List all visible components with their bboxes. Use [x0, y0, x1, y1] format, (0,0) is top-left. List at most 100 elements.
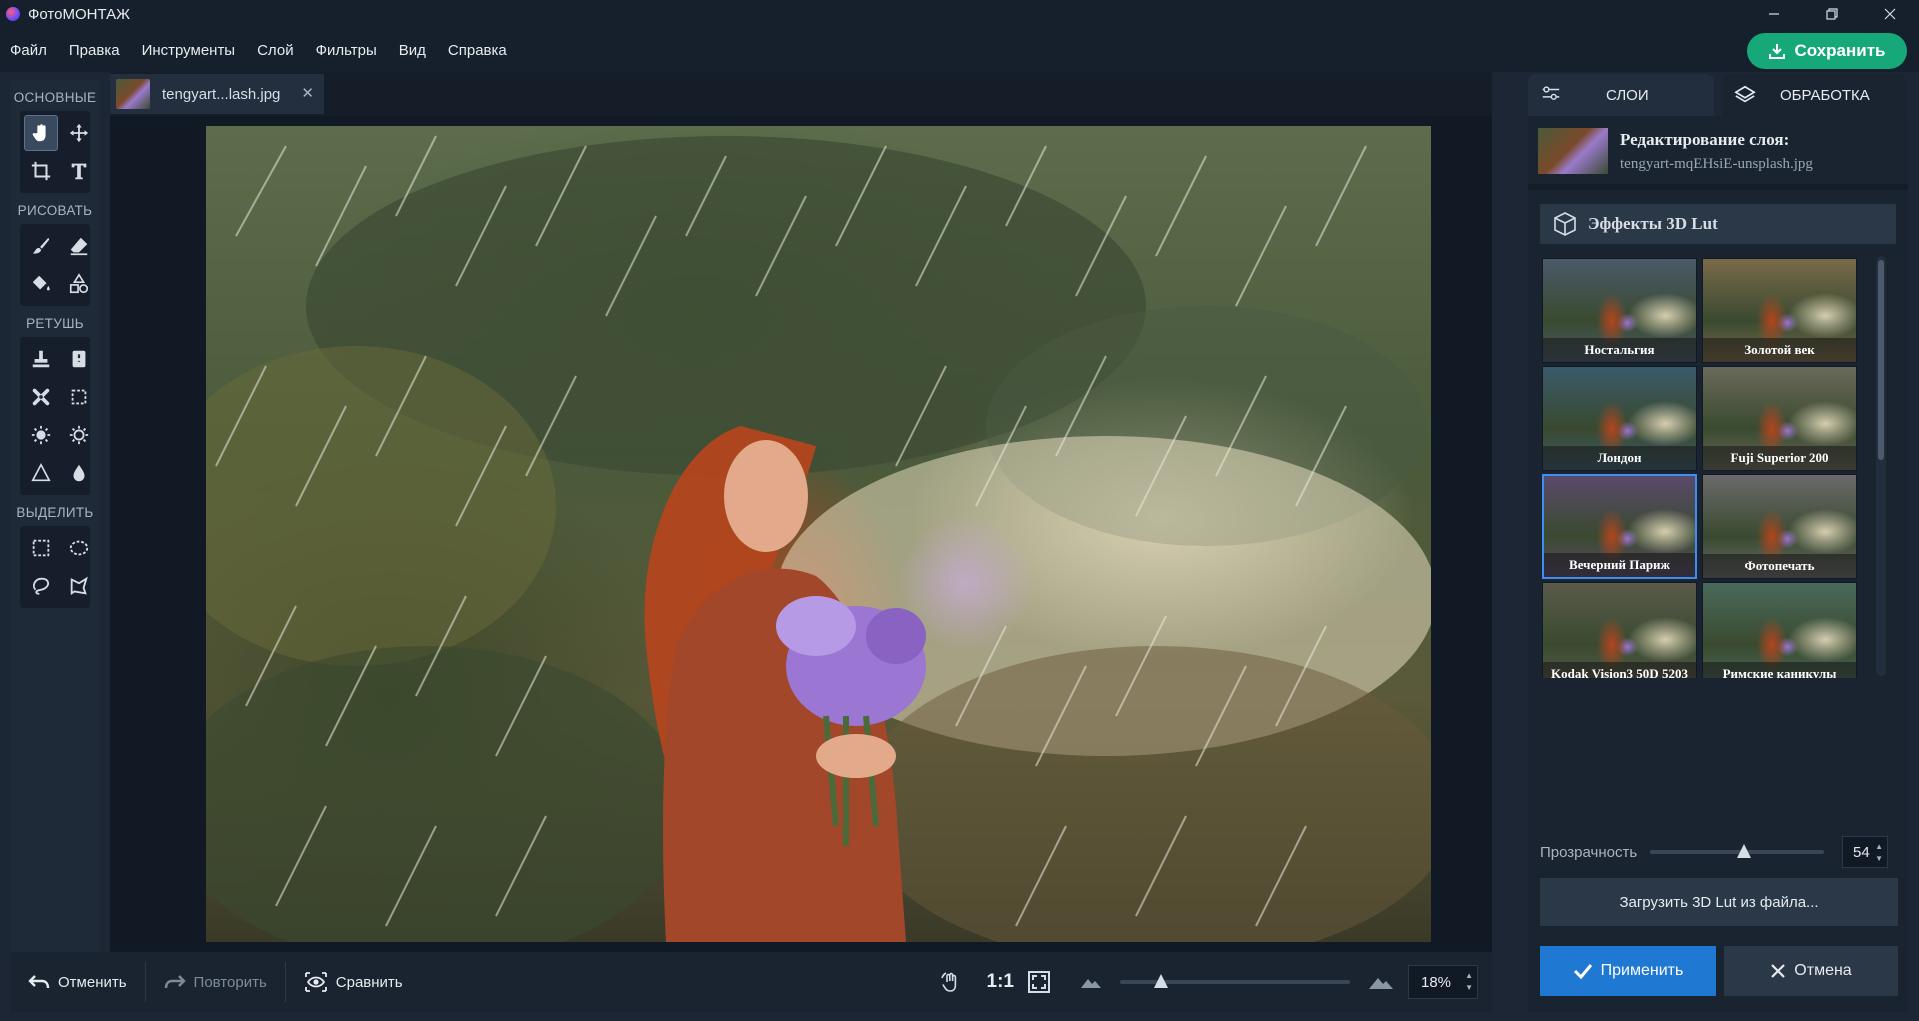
lut-preset[interactable]: Лондон: [1542, 366, 1697, 471]
compare-label: Сравнить: [335, 973, 403, 991]
zoom-slider[interactable]: [1120, 974, 1350, 988]
tab-layers[interactable]: СЛОИ: [1528, 74, 1714, 116]
sharpen-icon[interactable]: [24, 455, 58, 491]
lut-preset[interactable]: Ностальгия: [1542, 258, 1697, 363]
close-tab-icon[interactable]: ✕: [301, 84, 314, 102]
compare-button[interactable]: Сравнить: [286, 964, 421, 1000]
menu-file[interactable]: Файл: [6, 42, 51, 59]
group-label-draw: РИСОВАТЬ: [17, 203, 93, 218]
lut-label: Римские каникулы: [1703, 662, 1856, 678]
stamp-icon[interactable]: [24, 341, 58, 377]
canvas-area[interactable]: [110, 116, 1492, 952]
app-title: ФотоМОНТАЖ: [28, 5, 130, 23]
polygon-lasso-icon[interactable]: [62, 568, 96, 604]
save-button[interactable]: Сохранить: [1747, 33, 1907, 69]
lut-preset[interactable]: Фотопечать: [1702, 474, 1857, 579]
lut-preset[interactable]: Золотой век: [1702, 258, 1857, 363]
undo-button[interactable]: Отменить: [10, 964, 145, 1000]
layer-filename: tengyart-mqEHsiE-unsplash.jpg: [1620, 156, 1813, 172]
zoom-input[interactable]: 18% ▲ ▼: [1408, 965, 1478, 999]
zoom-spinner[interactable]: ▲ ▼: [1465, 970, 1473, 994]
lut-preset[interactable]: Fuji Superior 200: [1702, 366, 1857, 471]
tool-group-select: [20, 526, 90, 608]
document-name: tengyart...lash.jpg: [162, 85, 281, 103]
fit-screen-button[interactable]: [1020, 964, 1058, 1000]
lut-grid: Ностальгия Золотой век Лондон Fuji Superior…: [1542, 258, 1858, 678]
lut-scrollbar-thumb[interactable]: [1878, 260, 1884, 460]
text-icon[interactable]: [62, 153, 96, 189]
tab-processing[interactable]: ОБРАБОТКА: [1722, 74, 1906, 116]
document-tab[interactable]: tengyart...lash.jpg ✕: [110, 74, 324, 114]
healing-icon[interactable]: [62, 341, 96, 377]
effects-header[interactable]: Эффекты 3D Lut: [1540, 204, 1896, 244]
hand-icon[interactable]: [24, 115, 58, 151]
pan-hand-button[interactable]: [921, 964, 981, 1000]
bottom-bar: Отменить Повторить Сравнить 1:1 18% ▲ ▼: [10, 952, 1492, 1012]
opacity-slider-thumb[interactable]: [1736, 844, 1751, 858]
restore-icon[interactable]: [1803, 0, 1861, 28]
eraser-icon[interactable]: [62, 228, 96, 264]
lut-preset[interactable]: Вечерний Париж: [1542, 474, 1697, 579]
cube-icon: [1554, 212, 1576, 236]
menu-filters[interactable]: Фильтры: [312, 42, 381, 59]
lut-scrollbar[interactable]: [1876, 256, 1886, 676]
crop-icon[interactable]: [24, 153, 58, 189]
lut-preset[interactable]: Римские каникулы: [1702, 582, 1857, 678]
menu-tools[interactable]: Инструменты: [138, 42, 240, 59]
apply-button[interactable]: Применить: [1540, 946, 1716, 996]
redo-button[interactable]: Повторить: [146, 964, 285, 1000]
opacity-value: 54: [1853, 843, 1870, 861]
sliders-icon: [1542, 86, 1560, 100]
group-label-basic: ОСНОВНЫЕ: [13, 90, 97, 105]
opacity-input[interactable]: 54 ▲ ▼: [1842, 836, 1888, 868]
photo-canvas[interactable]: [206, 126, 1431, 942]
frame-icon[interactable]: [62, 379, 96, 415]
opacity-row: Прозрачность 54 ▲ ▼: [1540, 834, 1900, 870]
menu-help[interactable]: Справка: [444, 42, 511, 59]
window-controls: [1745, 0, 1919, 28]
minimize-icon[interactable]: [1745, 0, 1803, 28]
tool-group-retouch: [20, 337, 90, 495]
fill-icon[interactable]: [24, 266, 58, 302]
actual-size-label: 1:1: [986, 971, 1014, 992]
lasso-icon[interactable]: [24, 568, 58, 604]
zoom-slider-thumb[interactable]: [1154, 974, 1169, 988]
move-icon[interactable]: [62, 115, 96, 151]
zoom-in-mountain-icon[interactable]: [1368, 974, 1394, 990]
lut-label: Лондон: [1543, 446, 1696, 470]
lut-preset[interactable]: Kodak Vision3 50D 5203: [1542, 582, 1697, 678]
close-icon[interactable]: [1861, 0, 1919, 28]
brightness-icon[interactable]: [24, 417, 58, 453]
eye-icon: [304, 972, 327, 992]
lut-label: Ностальгия: [1543, 338, 1696, 362]
processing-panel: Редактирование слоя: tengyart-mqEHsiE-un…: [1528, 116, 1908, 1012]
group-label-select: ВЫДЕЛИТЬ: [16, 505, 94, 520]
layer-title: Редактирование слоя:: [1620, 130, 1790, 149]
brush-icon[interactable]: [24, 228, 58, 264]
cancel-button[interactable]: Отмена: [1724, 946, 1898, 996]
menu-edit[interactable]: Правка: [65, 42, 124, 59]
tool-panel: ОСНОВНЫЕ РИСОВАТЬ РЕТУШЬ ВЫДЕЛИТЬ: [10, 80, 100, 952]
lighten-icon[interactable]: [62, 417, 96, 453]
actual-size-button[interactable]: 1:1: [981, 964, 1020, 1000]
patch-icon[interactable]: [24, 379, 58, 415]
undo-label: Отменить: [58, 973, 127, 991]
document-thumbnail: [116, 79, 150, 109]
layers-icon: [1734, 85, 1756, 103]
menu-layer[interactable]: Слой: [253, 42, 297, 59]
zoom-out-mountain-icon[interactable]: [1080, 975, 1102, 989]
shapes-icon[interactable]: [62, 266, 96, 302]
rect-select-icon[interactable]: [24, 530, 58, 566]
load-lut-button[interactable]: Загрузить 3D Lut из файла...: [1540, 878, 1898, 926]
effects-title: Эффекты 3D Lut: [1588, 214, 1718, 233]
opacity-spinner[interactable]: ▲ ▼: [1875, 841, 1883, 865]
photo-illustration: [206, 135, 1431, 942]
opacity-slider[interactable]: [1650, 844, 1824, 858]
lut-label: Fuji Superior 200: [1703, 446, 1856, 470]
ellipse-select-icon[interactable]: [62, 530, 96, 566]
blur-icon[interactable]: [62, 455, 96, 491]
menu-view[interactable]: Вид: [395, 42, 430, 59]
fit-screen-icon: [1028, 971, 1050, 993]
title-bar: ФотоМОНТАЖ: [0, 0, 1919, 28]
zoom-controls: 1:1 18% ▲ ▼: [921, 952, 1492, 1012]
